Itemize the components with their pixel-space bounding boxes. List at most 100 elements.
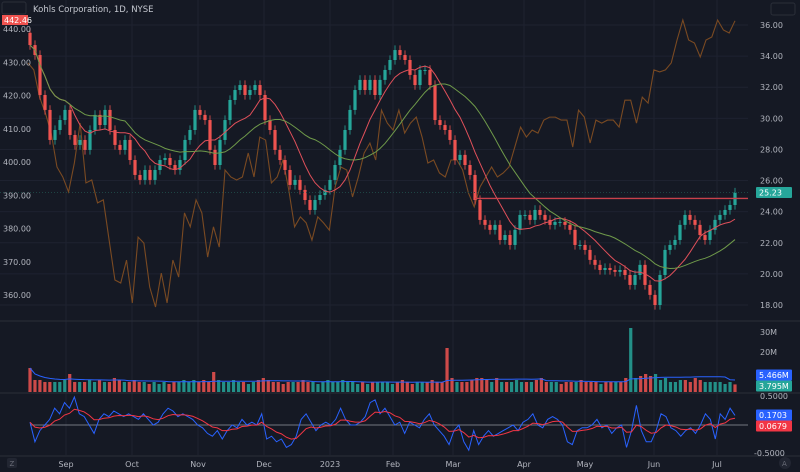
candle-body: [663, 249, 667, 275]
volume-bar: [698, 380, 702, 392]
volume-bar: [58, 382, 62, 392]
volume-bar: [87, 380, 92, 392]
volume-bar: [495, 378, 499, 392]
price-last-tag: 25.23: [759, 189, 782, 198]
candle-body: [418, 69, 422, 86]
left-axis-tick: 400.00: [3, 158, 31, 167]
volume-bar: [509, 382, 514, 392]
left-axis-tick: 360.00: [3, 291, 31, 300]
volume-bar: [604, 382, 608, 392]
candle-body: [468, 165, 472, 175]
oscillator-axis-tick: 0.5000: [760, 392, 788, 401]
candle-body: [198, 109, 202, 115]
volume-bar: [490, 382, 494, 392]
top-left-button[interactable]: [1, 1, 27, 15]
volume-bar: [321, 382, 325, 392]
candle-body: [668, 244, 672, 250]
volume-bar: [336, 382, 340, 392]
candle-body: [578, 244, 582, 246]
candle-body: [528, 214, 532, 220]
candle-body: [213, 149, 217, 166]
volume-bar: [470, 380, 474, 392]
volume-bar: [361, 382, 365, 392]
candle-body: [228, 99, 232, 121]
volume-bar: [549, 382, 553, 392]
right-axis-tick: 22.00: [760, 239, 783, 248]
volume-bar: [366, 384, 370, 392]
volume-bar: [271, 382, 275, 392]
volume-bar: [137, 382, 141, 392]
volume-bar: [485, 380, 489, 392]
volume-bar: [63, 380, 67, 392]
volume-bar: [385, 382, 390, 392]
candle-body: [473, 174, 477, 201]
volume-bar: [544, 382, 548, 392]
volume-bar: [713, 382, 717, 392]
volume-bar: [554, 382, 558, 392]
volume-bar: [236, 382, 241, 392]
right-axis-tick: 26.00: [760, 177, 783, 186]
candle-body: [388, 60, 392, 70]
left-axis-tick: 370.00: [3, 258, 31, 267]
time-axis-tick: Apr: [517, 460, 532, 469]
candle-body: [543, 214, 547, 220]
candle-body: [433, 85, 437, 121]
left-axis-tick: 420.00: [3, 92, 31, 101]
top-right-button[interactable]: [770, 2, 796, 16]
volume-bar: [92, 382, 97, 392]
volume-bar: [142, 382, 146, 392]
left-axis-tick: 410.00: [3, 125, 31, 134]
volume-bar: [594, 382, 598, 392]
candle-body: [53, 130, 57, 140]
volume-bar: [38, 380, 42, 392]
volume-bar: [241, 382, 246, 392]
candle-body: [133, 160, 137, 175]
candle-body: [683, 214, 687, 225]
candle-body: [633, 274, 637, 285]
candle-body: [538, 209, 542, 215]
scale-mode-button[interactable]: Z: [7, 458, 17, 468]
candle-body: [348, 109, 352, 131]
volume-bar: [634, 378, 638, 392]
volume-bar: [296, 382, 300, 392]
oscillator-fast-tag: 0.1703: [759, 411, 787, 420]
candle-body: [498, 224, 502, 240]
volume-bar: [539, 378, 543, 392]
candle-body: [148, 169, 152, 180]
volume-axis-tick: 20M: [760, 348, 777, 357]
candle-body: [373, 79, 377, 96]
candle-body: [618, 270, 622, 272]
volume-bar: [167, 384, 171, 392]
candle-body: [193, 109, 197, 131]
time-axis-tick: Sep: [58, 460, 73, 469]
volume-bar: [678, 380, 682, 392]
candle-body: [168, 158, 172, 166]
candle-body: [613, 270, 617, 272]
candle-body: [328, 179, 332, 190]
volume-bar: [584, 382, 588, 392]
candle-body: [288, 169, 292, 185]
candle-body: [128, 139, 132, 161]
candle-body: [478, 200, 482, 220]
candle-body: [568, 224, 572, 230]
volume-bar: [619, 382, 623, 392]
volume-bar: [281, 384, 285, 392]
candle-body: [628, 274, 632, 285]
volume-bar: [306, 382, 310, 392]
volume-bar: [609, 382, 613, 392]
volume-bar: [33, 380, 37, 392]
candle-body: [553, 221, 557, 225]
volume-bar: [291, 382, 295, 392]
candle-body: [483, 219, 487, 225]
chart[interactable]: 36.00 34.00 32.00 30.00 28.00 26.00 24.00 22.00…: [0, 0, 800, 472]
volume-bar: [524, 382, 529, 392]
candle-body: [163, 158, 167, 161]
oscillator-slow-line: [29, 408, 736, 440]
oscillator-slow-tag: 0.0679: [759, 422, 787, 431]
auto-scale-button[interactable]: A: [779, 457, 791, 469]
volume-bar: [733, 384, 737, 392]
volume-last-tag: 3.795M: [759, 382, 789, 391]
volume-bar: [559, 384, 563, 392]
candle-body: [143, 169, 147, 180]
candle-body: [118, 144, 122, 150]
